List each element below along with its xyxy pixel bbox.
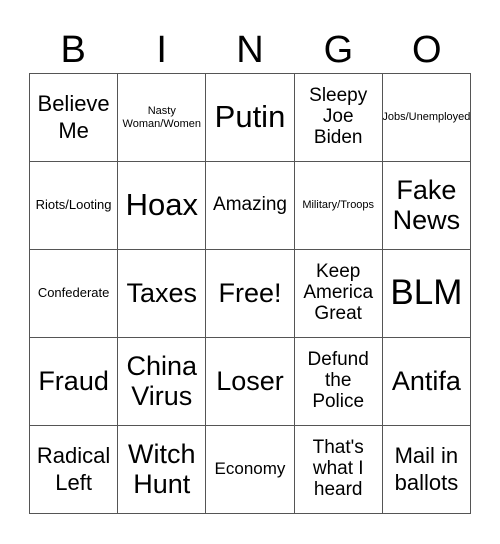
bingo-cell-text: Economy bbox=[214, 459, 286, 479]
bingo-cell-text: Confederate bbox=[37, 285, 110, 301]
bingo-cell[interactable]: Taxes bbox=[118, 250, 207, 338]
bingo-cell[interactable]: Military/Troops bbox=[294, 162, 383, 250]
bingo-cell-text: Military/Troops bbox=[302, 199, 375, 212]
bingo-cell-text: Antifa bbox=[391, 365, 461, 396]
bingo-cell-text: Fake News bbox=[392, 174, 461, 235]
bingo-cell-text: Loser bbox=[216, 365, 284, 396]
bingo-cell-text: Defund the Police bbox=[307, 349, 369, 412]
bingo-cell[interactable]: Antifa bbox=[382, 338, 471, 426]
bingo-cell[interactable]: Economy bbox=[206, 426, 295, 514]
bingo-cell[interactable]: Radical Left bbox=[30, 426, 119, 514]
bingo-cell-text: Jobs/Unemployed bbox=[382, 111, 471, 124]
bingo-cell-text: Nasty Woman/Women bbox=[122, 105, 202, 130]
header-letter-b: B bbox=[60, 29, 86, 71]
bingo-cell[interactable]: Amazing bbox=[206, 162, 295, 250]
bingo-cell-text: Keep America Great bbox=[303, 261, 374, 324]
bingo-cell[interactable]: Mail in ballots bbox=[382, 426, 471, 514]
bingo-cell-text: Hoax bbox=[125, 187, 198, 223]
bingo-cell[interactable]: Hoax bbox=[118, 162, 207, 250]
bingo-header: B I N G O bbox=[29, 28, 471, 73]
bingo-cell-text: Amazing bbox=[213, 194, 287, 216]
bingo-cell-text: Riots/Looting bbox=[35, 197, 112, 213]
bingo-cell-text: That's what I heard bbox=[312, 437, 364, 500]
bingo-cell-text: Mail in ballots bbox=[394, 443, 459, 495]
bingo-cell[interactable]: Defund the Police bbox=[294, 338, 383, 426]
bingo-cell-text: Believe Me bbox=[37, 91, 110, 143]
bingo-cell[interactable]: Loser bbox=[206, 338, 295, 426]
bingo-cell[interactable]: Jobs/Unemployed bbox=[382, 74, 471, 162]
bingo-cell[interactable]: China Virus bbox=[118, 338, 207, 426]
bingo-cell[interactable]: Witch Hunt bbox=[118, 426, 207, 514]
bingo-cell[interactable]: BLM bbox=[382, 250, 471, 338]
bingo-cell-text: BLM bbox=[390, 273, 463, 313]
bingo-cell[interactable]: Riots/Looting bbox=[30, 162, 119, 250]
header-letter-n: N bbox=[236, 29, 264, 71]
bingo-cell[interactable]: Confederate bbox=[30, 250, 119, 338]
bingo-cell[interactable]: Fraud bbox=[30, 338, 119, 426]
header-letter-g: G bbox=[323, 29, 354, 71]
bingo-cell[interactable]: Putin bbox=[206, 74, 295, 162]
bingo-cell[interactable]: Sleepy Joe Biden bbox=[294, 74, 383, 162]
bingo-cell-text: Radical Left bbox=[36, 443, 111, 495]
bingo-cell-text: Fraud bbox=[38, 365, 109, 396]
bingo-cell[interactable]: Believe Me bbox=[30, 74, 119, 162]
bingo-cell[interactable]: Keep America Great bbox=[294, 250, 383, 338]
bingo-cell[interactable]: Nasty Woman/Women bbox=[118, 74, 207, 162]
bingo-cell-text: China Virus bbox=[126, 350, 198, 411]
bingo-cell-text: Putin bbox=[214, 99, 286, 135]
bingo-cell[interactable]: Fake News bbox=[382, 162, 471, 250]
bingo-grid: Believe Me Nasty Woman/Women Putin Sleepy J… bbox=[29, 73, 471, 514]
bingo-cell-text: Taxes bbox=[126, 277, 198, 308]
bingo-cell-text: Free! bbox=[218, 277, 282, 308]
header-letter-o: O bbox=[412, 29, 442, 71]
header-letter-i: I bbox=[156, 29, 167, 71]
bingo-cell[interactable]: Free! bbox=[206, 250, 295, 338]
bingo-cell-text: Sleepy Joe Biden bbox=[309, 85, 368, 148]
bingo-cell-text: Witch Hunt bbox=[128, 438, 196, 499]
bingo-cell[interactable]: That's what I heard bbox=[294, 426, 383, 514]
